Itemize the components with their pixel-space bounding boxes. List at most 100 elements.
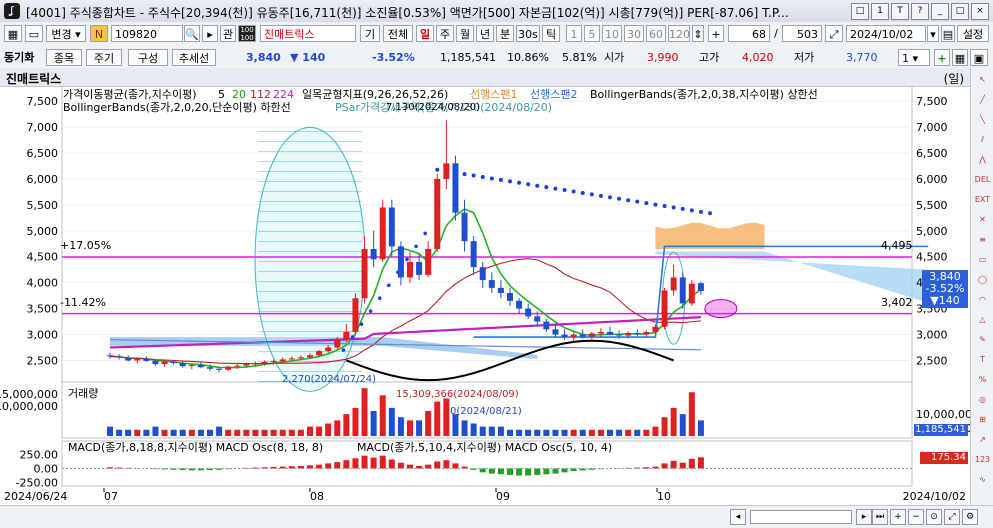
volume-bar xyxy=(634,430,640,436)
scroll-left-icon[interactable]: ◂ xyxy=(730,509,746,525)
fib-tool-icon[interactable]: ≡ xyxy=(973,231,992,248)
grid-tool-icon[interactable]: ⊞ xyxy=(973,411,992,428)
rect-tool-icon[interactable]: ▭ xyxy=(973,251,992,268)
trendline-button[interactable]: 추세선 xyxy=(172,49,216,66)
wave-tool-icon[interactable]: ∿ xyxy=(973,471,992,488)
window-button-1[interactable]: 1 xyxy=(871,3,889,20)
interval-5[interactable]: 5 xyxy=(584,25,600,42)
macd-panel-title-2: MACD(종가,5,10,4,지수이평) MACD Osc(5, 10, 4) xyxy=(357,441,612,454)
interval-60[interactable]: 60 xyxy=(646,25,666,42)
price-tick-left: 6,500 xyxy=(27,147,59,160)
zoom-fit-icon[interactable]: ⤢ xyxy=(825,25,843,42)
cursor-tool-icon[interactable]: ↖ xyxy=(973,71,992,88)
low-value: 3,770 xyxy=(846,49,878,66)
monitor-icon[interactable]: ▭ xyxy=(25,25,43,42)
period-tick[interactable]: 틱 xyxy=(542,25,560,42)
interval-30[interactable]: 30 xyxy=(624,25,644,42)
search-icon[interactable]: 🔍 xyxy=(184,25,200,42)
zoom-out-icon[interactable]: − xyxy=(908,509,924,525)
visible-count-input[interactable]: 68 xyxy=(728,25,770,42)
add-icon[interactable]: + xyxy=(934,49,950,66)
maximize-button[interactable]: □ xyxy=(951,3,969,20)
candle-body xyxy=(534,316,540,321)
psar-dot xyxy=(672,205,676,209)
zoom-in-bottom-icon[interactable]: + xyxy=(890,509,906,525)
cycle-tool-icon[interactable]: ◎ xyxy=(973,391,992,408)
total-count-input[interactable]: 503 xyxy=(782,25,822,42)
period-year[interactable]: 년 xyxy=(476,25,494,42)
text-tool-icon[interactable]: T xyxy=(973,351,992,368)
period-week[interactable]: 주 xyxy=(436,25,454,42)
interval-10[interactable]: 10 xyxy=(602,25,622,42)
candle-body xyxy=(662,290,668,326)
zoom-in-icon[interactable]: + xyxy=(708,25,724,42)
percent-tool-icon[interactable]: % xyxy=(973,371,992,388)
pen-tool-icon[interactable]: ✎ xyxy=(973,331,992,348)
chart-plot[interactable]: 7,5007,5007,0007,0006,5006,5006,0006,000… xyxy=(0,86,970,506)
toolbar-info: 동기화 종목 주기 구성 추세선 3,840 ▼ 140 -3.52% 1,18… xyxy=(0,46,993,69)
settings-button[interactable]: 설정 xyxy=(957,25,989,42)
fullscreen-icon[interactable]: ⤢ xyxy=(944,509,960,525)
layout-icon[interactable]: ▦ xyxy=(4,25,22,42)
all-button[interactable]: 전체 xyxy=(383,25,413,42)
trend-tool-icon[interactable]: ↗ xyxy=(973,431,992,448)
stock-code-input[interactable]: 109820 xyxy=(111,25,183,42)
cross-tool-icon[interactable]: ✕ xyxy=(973,211,992,228)
window-button-t[interactable]: T xyxy=(891,3,909,20)
candle-body xyxy=(262,362,268,364)
period-month[interactable]: 월 xyxy=(456,25,474,42)
psar-dot xyxy=(590,192,594,196)
arc-tool-icon[interactable]: ◠ xyxy=(973,291,992,308)
period-30s[interactable]: 30s xyxy=(516,25,540,42)
next-arrow-icon[interactable]: ▸ xyxy=(202,25,218,42)
ellipse-tool-icon[interactable]: ◯ xyxy=(973,271,992,288)
triangle-tool-icon[interactable]: △ xyxy=(973,311,992,328)
window-button-help[interactable]: ? xyxy=(911,3,929,20)
period-day[interactable]: 일 xyxy=(416,25,434,42)
sync-stock-button[interactable]: 종목 xyxy=(46,49,82,66)
number-tool-icon[interactable]: 123 xyxy=(973,451,992,468)
date-input[interactable]: 2024/10/02 xyxy=(846,25,926,42)
line-tool-icon[interactable]: ╱ xyxy=(973,91,992,108)
scrollbar[interactable] xyxy=(750,510,852,524)
interval-1[interactable]: 1 xyxy=(566,25,582,42)
channel-tool-icon[interactable]: ⫽ xyxy=(973,131,992,148)
chart-settings-icon[interactable]: ⚙ xyxy=(962,509,978,525)
psar-dot xyxy=(435,168,439,172)
close-button[interactable]: × xyxy=(971,3,989,20)
page-select[interactable]: 1 ▾ xyxy=(898,49,930,66)
sync-period-button[interactable]: 주기 xyxy=(86,49,122,66)
grid-icon[interactable]: ▦ xyxy=(952,49,968,66)
page-end-icon[interactable]: ⏭ xyxy=(872,509,888,525)
extend-tool-icon[interactable]: EXT xyxy=(973,191,992,208)
zoom-reset-icon[interactable]: ⊙ xyxy=(926,509,942,525)
window-title: [4001] 주식종합차트 - 주식수[20,394(천)] 유동주[16,71… xyxy=(26,4,789,21)
zigzag-tool-icon[interactable]: ⋀ xyxy=(973,151,992,168)
gwan-button[interactable]: 관 xyxy=(220,25,236,42)
scroll-right-icon[interactable]: ▸ xyxy=(856,509,872,525)
volume-bar xyxy=(552,430,558,436)
interval-spin-icon[interactable]: ⇕ xyxy=(692,25,704,42)
del-tool-icon[interactable]: DEL xyxy=(973,171,992,188)
window-button-restore[interactable]: □ xyxy=(851,3,869,20)
price-tick-left: 4,000 xyxy=(27,277,59,290)
mode-select[interactable]: 변경 ▾ xyxy=(46,25,86,42)
interval-120[interactable]: 120 xyxy=(668,25,690,42)
change-amount: ▼ 140 xyxy=(290,49,325,66)
psar-dot xyxy=(369,309,373,313)
psar-dot xyxy=(653,203,657,207)
period-minute[interactable]: 분 xyxy=(496,25,514,42)
multi-line-tool-icon[interactable]: ╲ xyxy=(973,111,992,128)
save-icon[interactable]: ▤ xyxy=(941,25,955,42)
low-annotation: 2,270(2024/07/24) xyxy=(282,374,376,385)
volume-bar xyxy=(580,430,586,436)
more-icon[interactable]: ▣ xyxy=(970,49,988,66)
gi-button[interactable]: 기 xyxy=(360,25,380,42)
stock-name-field[interactable]: 진매트릭스 xyxy=(260,25,356,42)
count-100-icon[interactable]: 100100 xyxy=(238,25,256,42)
config-button[interactable]: 구성 xyxy=(128,49,168,66)
minimize-button[interactable]: _ xyxy=(931,3,949,20)
volume-bar xyxy=(662,417,668,436)
legend-ichimoku: 일목균형지표(9,26,26,52,26) xyxy=(302,87,448,101)
date-dropdown-icon[interactable]: ▾ xyxy=(927,25,939,42)
